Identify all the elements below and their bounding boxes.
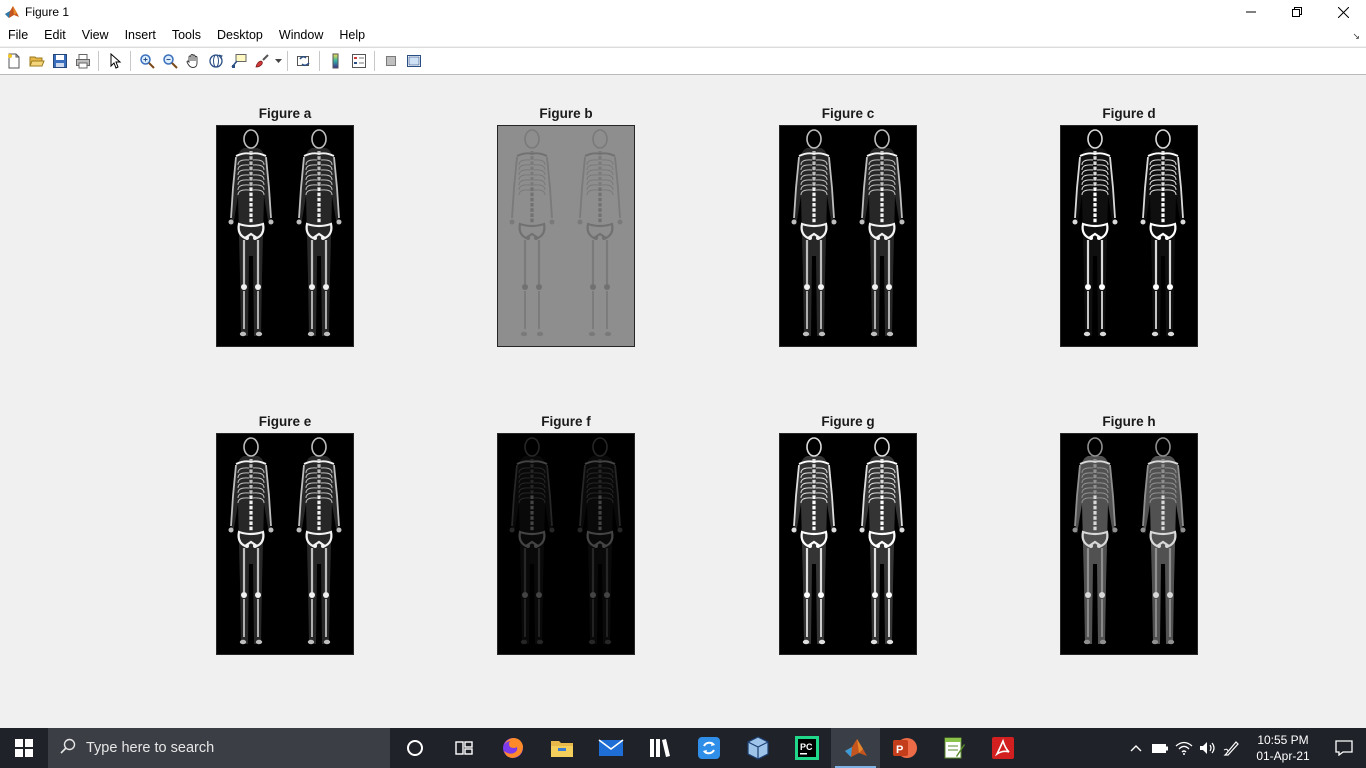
show-plot-tools-icon[interactable] [402,50,425,72]
bone-scan-svg [217,434,353,654]
bone-scan-image[interactable] [1060,125,1198,347]
windows-logo-icon [15,739,33,757]
bone-scan-svg [498,434,634,654]
menu-desktop[interactable]: Desktop [209,24,271,46]
matlab-icon[interactable] [831,728,880,768]
subplot-title: Figure d [1102,106,1156,121]
menu-bar: File Edit View Insert Tools Desktop Wind… [0,24,1366,46]
bone-scan-image[interactable] [497,125,635,347]
new-figure-icon[interactable] [2,50,25,72]
bone-scan-svg [498,126,634,346]
rotate-3d-icon[interactable] [204,50,227,72]
print-icon[interactable] [71,50,94,72]
menu-help[interactable]: Help [331,24,373,46]
zoom-in-icon[interactable] [135,50,158,72]
toolbar-separator [374,51,375,71]
sync-icon[interactable] [684,728,733,768]
bone-scan-svg [780,434,916,654]
bone-scan-image[interactable] [779,433,917,655]
svg-text:P: P [896,744,903,756]
taskbar: Type here to search PC P 10:55 PM 01-Apr… [0,728,1366,768]
volume-icon[interactable] [1196,728,1220,768]
acrobat-icon[interactable] [978,728,1027,768]
restore-icon [1292,7,1302,17]
menu-insert[interactable]: Insert [117,24,164,46]
menu-file[interactable]: File [0,24,36,46]
close-button[interactable] [1320,0,1366,24]
bone-scan-image[interactable] [216,125,354,347]
menu-window[interactable]: Window [271,24,331,46]
bone-scan-svg [217,126,353,346]
battery-icon[interactable] [1148,728,1172,768]
bone-scan-image[interactable] [1060,433,1198,655]
figure-canvas[interactable]: Figure a Figure b Figure c Figure d Figu… [0,76,1366,728]
clock-time: 10:55 PM [1257,733,1309,747]
pycharm-icon[interactable]: PC [782,728,831,768]
cortana-icon[interactable] [390,728,439,768]
link-plot-icon[interactable] [292,50,315,72]
menu-view[interactable]: View [74,24,117,46]
dock-arrow-icon[interactable]: ↘ [1352,31,1360,42]
wifi-icon[interactable] [1172,728,1196,768]
file-explorer-icon[interactable] [537,728,586,768]
toolbar-separator [98,51,99,71]
virtualbox-icon[interactable] [733,728,782,768]
start-button[interactable] [0,728,48,768]
menu-edit[interactable]: Edit [36,24,74,46]
subplot-title: Figure b [539,106,593,121]
taskbar-search-box[interactable]: Type here to search [48,728,390,768]
open-file-icon[interactable] [25,50,48,72]
window-title: Figure 1 [25,5,70,19]
pan-hand-icon[interactable] [181,50,204,72]
minimize-button[interactable] [1228,0,1274,24]
powerpoint-icon[interactable]: P [880,728,929,768]
bone-scan-image[interactable] [779,125,917,347]
search-icon [60,738,76,758]
zoom-out-icon[interactable] [158,50,181,72]
brush-icon[interactable] [250,50,273,72]
menu-tools[interactable]: Tools [164,24,209,46]
toolbar-separator [130,51,131,71]
subplot-title: Figure f [541,414,591,429]
bone-scan-image[interactable] [497,433,635,655]
bone-scan-svg [1061,126,1197,346]
subplot-title: Figure a [258,106,312,121]
bone-scan-svg [1061,434,1197,654]
notification-center-icon[interactable] [1322,728,1366,768]
save-icon[interactable] [48,50,71,72]
subplot-title: Figure e [258,414,312,429]
taskbar-clock[interactable]: 10:55 PM 01-Apr-21 [1244,732,1322,764]
close-icon [1337,6,1349,18]
matlab-logo-icon[interactable] [4,4,20,20]
colorbar-icon[interactable] [324,50,347,72]
subplot-title: Figure g [821,414,875,429]
notepad-icon[interactable] [929,728,978,768]
select-pointer-icon[interactable] [103,50,126,72]
task-view-icon[interactable] [439,728,488,768]
search-placeholder: Type here to search [86,740,215,756]
system-tray: 10:55 PM 01-Apr-21 [1124,728,1366,768]
subplot-title: Figure h [1102,414,1156,429]
minimize-icon [1246,11,1256,13]
legend-icon[interactable] [347,50,370,72]
title-bar: Figure 1 [0,0,1366,24]
bone-scan-image[interactable] [216,433,354,655]
restore-button[interactable] [1274,0,1320,24]
data-cursor-icon[interactable] [227,50,250,72]
firefox-icon[interactable] [488,728,537,768]
pen-icon[interactable] [1220,728,1244,768]
toolbar-separator [287,51,288,71]
brush-dropdown-icon[interactable] [273,50,283,72]
chevron-up-icon[interactable] [1124,728,1148,768]
hide-plot-tools-icon[interactable] [379,50,402,72]
figure-toolbar [0,47,1366,75]
clock-date: 01-Apr-21 [1256,749,1310,763]
toolbar-separator [319,51,320,71]
subplot-title: Figure c [821,106,875,121]
svg-text:PC: PC [800,742,813,752]
library-icon[interactable] [635,728,684,768]
bone-scan-svg [780,126,916,346]
mail-icon[interactable] [586,728,635,768]
